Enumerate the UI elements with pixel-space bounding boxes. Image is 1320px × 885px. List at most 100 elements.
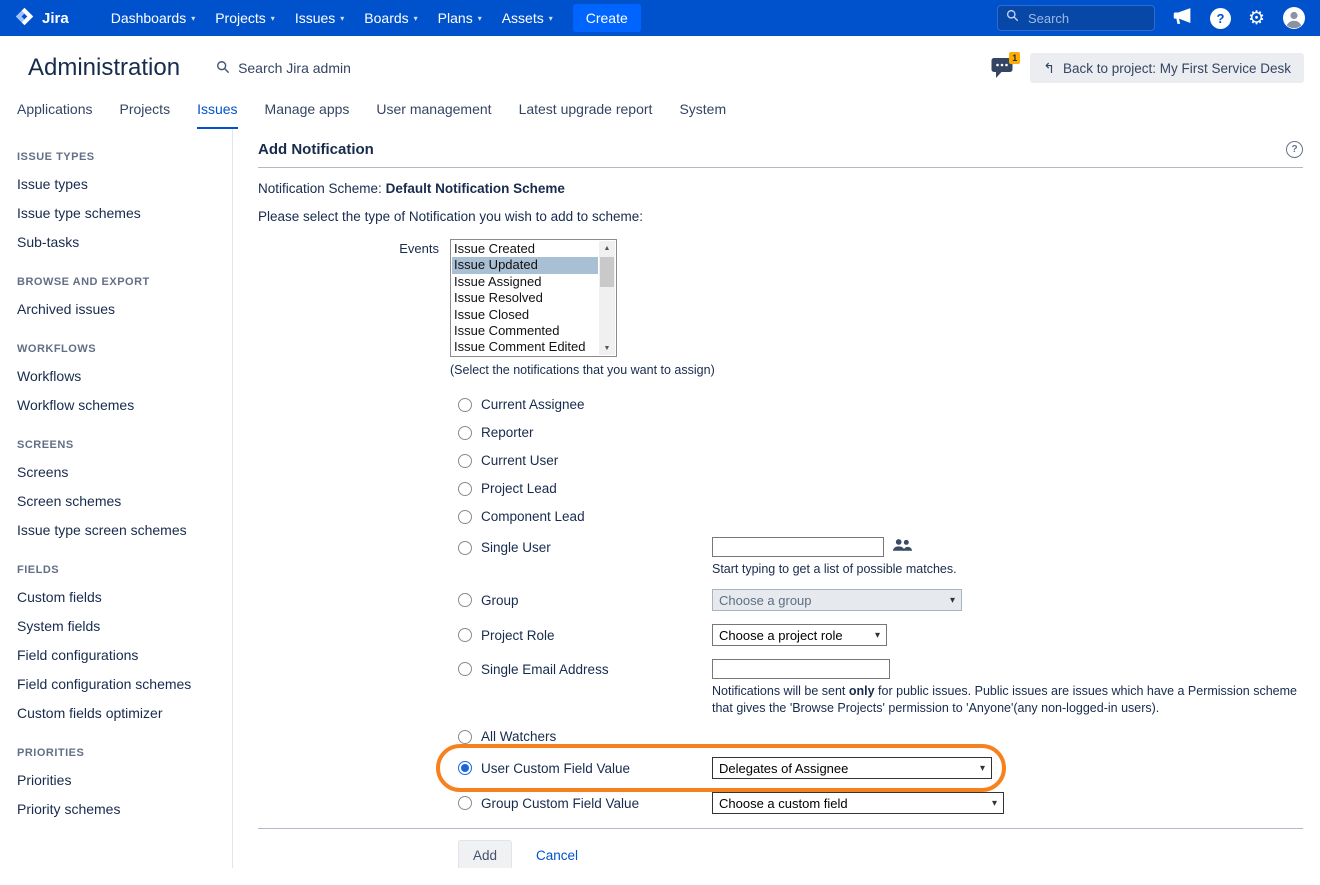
tab-latest-upgrade-report[interactable]: Latest upgrade report bbox=[519, 101, 653, 129]
sidebar-item-field-configuration-schemes[interactable]: Field configuration schemes bbox=[17, 676, 222, 692]
nav-issues-label: Issues bbox=[295, 10, 335, 26]
list-item[interactable]: Issue Closed bbox=[452, 307, 598, 323]
scrollbar[interactable]: ▲ ▼ bbox=[599, 241, 615, 355]
tab-projects[interactable]: Projects bbox=[120, 101, 171, 129]
radio-all-watchers[interactable] bbox=[458, 730, 472, 744]
radio-current-user[interactable] bbox=[458, 454, 472, 468]
events-listbox[interactable]: Issue Created Issue Updated Issue Assign… bbox=[450, 239, 617, 357]
option-label[interactable]: Project Role bbox=[481, 628, 555, 643]
nav-assets-label: Assets bbox=[502, 10, 544, 26]
scrollbar-thumb[interactable] bbox=[600, 257, 614, 287]
sidebar-item-workflows[interactable]: Workflows bbox=[17, 368, 222, 384]
radio-group-custom-field[interactable] bbox=[458, 796, 472, 810]
navbar-search-input[interactable] bbox=[1026, 10, 1145, 27]
option-label[interactable]: All Watchers bbox=[481, 729, 556, 744]
sidebar-item-workflow-schemes[interactable]: Workflow schemes bbox=[17, 397, 222, 413]
option-label[interactable]: Single User bbox=[481, 540, 551, 555]
sidebar-item-priority-schemes[interactable]: Priority schemes bbox=[17, 801, 222, 817]
cancel-link[interactable]: Cancel bbox=[536, 848, 578, 863]
radio-user-custom-field[interactable] bbox=[458, 761, 472, 775]
scroll-down-icon[interactable]: ▼ bbox=[604, 341, 611, 355]
single-user-input[interactable] bbox=[712, 537, 884, 557]
option-label[interactable]: User Custom Field Value bbox=[481, 761, 630, 776]
sidebar-item-issue-type-screen-schemes[interactable]: Issue type screen schemes bbox=[17, 522, 222, 538]
user-avatar[interactable] bbox=[1282, 6, 1306, 30]
list-item[interactable]: Issue Comment Edited bbox=[452, 339, 598, 355]
jira-logo-text: Jira bbox=[42, 10, 69, 27]
jira-logo[interactable]: Jira bbox=[14, 6, 69, 31]
radio-reporter[interactable] bbox=[458, 426, 472, 440]
sidebar-item-screens[interactable]: Screens bbox=[17, 464, 222, 480]
sidebar: ISSUE TYPES Issue types Issue type schem… bbox=[0, 129, 233, 868]
question-circle-icon[interactable]: ? bbox=[1286, 141, 1303, 158]
option-label[interactable]: Current Assignee bbox=[481, 397, 585, 412]
option-left: Current User bbox=[458, 453, 712, 468]
option-label[interactable]: Group bbox=[481, 593, 519, 608]
scroll-up-icon[interactable]: ▲ bbox=[604, 241, 611, 255]
sidebar-item-custom-fields-optimizer[interactable]: Custom fields optimizer bbox=[17, 705, 222, 721]
sidebar-item-archived-issues[interactable]: Archived issues bbox=[17, 301, 222, 317]
tab-user-management[interactable]: User management bbox=[376, 101, 491, 129]
group-select[interactable]: Choose a group ▾ bbox=[712, 589, 962, 611]
user-custom-field-select[interactable]: Delegates of Assignee ▾ bbox=[712, 757, 992, 779]
list-item-selected[interactable]: Issue Updated bbox=[452, 257, 598, 273]
create-button[interactable]: Create bbox=[573, 4, 641, 32]
megaphone-icon[interactable] bbox=[1172, 7, 1193, 30]
nav-plans[interactable]: Plans ▾ bbox=[428, 0, 492, 36]
option-label[interactable]: Project Lead bbox=[481, 481, 557, 496]
sidebar-item-screen-schemes[interactable]: Screen schemes bbox=[17, 493, 222, 509]
form-footer: Add Cancel bbox=[458, 840, 1303, 868]
list-item[interactable]: Issue Commented bbox=[452, 323, 598, 339]
admin-search[interactable]: Search Jira admin bbox=[216, 60, 351, 77]
chevron-down-icon: ▾ bbox=[950, 595, 955, 606]
nav-dashboards[interactable]: Dashboards ▾ bbox=[101, 0, 206, 36]
single-email-input[interactable] bbox=[712, 659, 890, 679]
radio-single-user[interactable] bbox=[458, 541, 472, 555]
project-role-select[interactable]: Choose a project role ▾ bbox=[712, 624, 887, 646]
sidebar-item-field-configurations[interactable]: Field configurations bbox=[17, 647, 222, 663]
tab-issues[interactable]: Issues bbox=[197, 101, 237, 129]
radio-project-lead[interactable] bbox=[458, 482, 472, 496]
scheme-label: Notification Scheme: bbox=[258, 181, 382, 196]
list-item[interactable]: Issue Resolved bbox=[452, 290, 598, 306]
notification-badge: 1 bbox=[1009, 52, 1020, 65]
radio-current-assignee[interactable] bbox=[458, 398, 472, 412]
nav-issues[interactable]: Issues ▾ bbox=[285, 0, 354, 36]
sidebar-item-issue-type-schemes[interactable]: Issue type schemes bbox=[17, 205, 222, 221]
list-item[interactable]: Issue Assigned bbox=[452, 274, 598, 290]
add-button[interactable]: Add bbox=[458, 840, 512, 868]
group-custom-field-select[interactable]: Choose a custom field ▾ bbox=[712, 792, 1004, 814]
back-button-label: Back to project: My First Service Desk bbox=[1063, 61, 1291, 76]
scheme-name: Default Notification Scheme bbox=[386, 181, 565, 196]
nav-dashboards-label: Dashboards bbox=[111, 10, 187, 26]
tab-system[interactable]: System bbox=[679, 101, 726, 129]
back-to-project-button[interactable]: ↰ Back to project: My First Service Desk bbox=[1030, 53, 1304, 83]
nav-boards[interactable]: Boards ▾ bbox=[354, 0, 427, 36]
sidebar-item-issue-types[interactable]: Issue types bbox=[17, 176, 222, 192]
people-icon[interactable] bbox=[893, 538, 912, 557]
option-left: Project Role bbox=[458, 628, 712, 643]
feedback-bubble-icon[interactable]: 1 bbox=[990, 57, 1015, 80]
sidebar-item-sub-tasks[interactable]: Sub-tasks bbox=[17, 234, 222, 250]
radio-group[interactable] bbox=[458, 593, 472, 607]
nav-assets[interactable]: Assets ▾ bbox=[492, 0, 563, 36]
tab-manage-apps[interactable]: Manage apps bbox=[265, 101, 350, 129]
option-label[interactable]: Component Lead bbox=[481, 509, 585, 524]
sidebar-item-priorities[interactable]: Priorities bbox=[17, 772, 222, 788]
radio-component-lead[interactable] bbox=[458, 510, 472, 524]
gear-icon[interactable]: ⚙ bbox=[1248, 9, 1265, 28]
help-icon[interactable]: ? bbox=[1210, 8, 1231, 29]
sidebar-item-custom-fields[interactable]: Custom fields bbox=[17, 589, 222, 605]
radio-project-role[interactable] bbox=[458, 628, 472, 642]
nav-projects[interactable]: Projects ▾ bbox=[205, 0, 285, 36]
navbar-search[interactable] bbox=[997, 5, 1155, 31]
option-label[interactable]: Reporter bbox=[481, 425, 534, 440]
sidebar-item-system-fields[interactable]: System fields bbox=[17, 618, 222, 634]
radio-single-email[interactable] bbox=[458, 662, 472, 676]
tab-applications[interactable]: Applications bbox=[17, 101, 93, 129]
option-label[interactable]: Single Email Address bbox=[481, 662, 609, 677]
option-label[interactable]: Current User bbox=[481, 453, 558, 468]
list-item[interactable]: Issue Created bbox=[452, 241, 598, 257]
group-select-value: Choose a group bbox=[719, 593, 812, 608]
option-label[interactable]: Group Custom Field Value bbox=[481, 796, 639, 811]
